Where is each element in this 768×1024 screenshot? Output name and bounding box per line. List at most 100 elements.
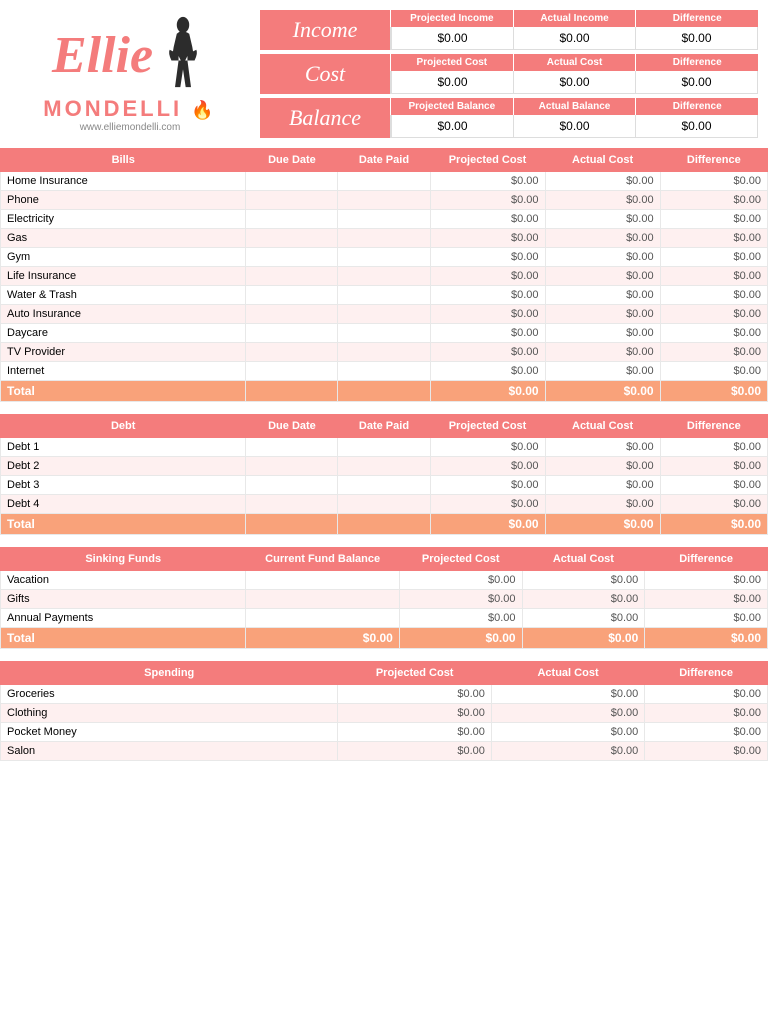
bill-actual[interactable]: $0.00: [545, 305, 660, 324]
bill-proj[interactable]: $0.00: [430, 286, 545, 305]
bill-proj[interactable]: $0.00: [430, 324, 545, 343]
bill-proj[interactable]: $0.00: [430, 229, 545, 248]
bill-name: Auto Insurance: [1, 305, 246, 324]
sinking-actual[interactable]: $0.00: [522, 590, 645, 609]
debt-actual[interactable]: $0.00: [545, 495, 660, 514]
bill-proj[interactable]: $0.00: [430, 343, 545, 362]
bill-due[interactable]: [246, 229, 338, 248]
debt-paid[interactable]: [338, 457, 430, 476]
bill-actual[interactable]: $0.00: [545, 324, 660, 343]
sinking-actual[interactable]: $0.00: [522, 609, 645, 628]
spending-proj[interactable]: $0.00: [338, 723, 491, 742]
bill-proj[interactable]: $0.00: [430, 210, 545, 229]
bill-due[interactable]: [246, 286, 338, 305]
bill-proj[interactable]: $0.00: [430, 191, 545, 210]
bills-col-actual: Actual Cost: [545, 149, 660, 172]
sinking-total-actual: $0.00: [522, 628, 645, 649]
spending-diff: $0.00: [645, 723, 768, 742]
debt-proj[interactable]: $0.00: [430, 438, 545, 457]
bill-paid[interactable]: [338, 191, 430, 210]
bill-actual[interactable]: $0.00: [545, 172, 660, 191]
sinking-table: Sinking Funds Current Fund Balance Proje…: [0, 547, 768, 649]
bill-proj[interactable]: $0.00: [430, 248, 545, 267]
spending-name: Salon: [1, 742, 338, 761]
bill-paid[interactable]: [338, 172, 430, 191]
bill-proj[interactable]: $0.00: [430, 362, 545, 381]
bill-due[interactable]: [246, 343, 338, 362]
balance-value-row: $0.00 $0.00 $0.00: [390, 115, 758, 138]
debt-paid[interactable]: [338, 476, 430, 495]
sinking-proj[interactable]: $0.00: [399, 590, 522, 609]
debt-due[interactable]: [246, 476, 338, 495]
spending-diff: $0.00: [645, 742, 768, 761]
debt-proj[interactable]: $0.00: [430, 476, 545, 495]
bill-due[interactable]: [246, 362, 338, 381]
spending-actual[interactable]: $0.00: [491, 723, 644, 742]
bill-proj[interactable]: $0.00: [430, 305, 545, 324]
bill-name: Water & Trash: [1, 286, 246, 305]
bill-paid[interactable]: [338, 286, 430, 305]
sinking-balance[interactable]: [246, 590, 399, 609]
logo-area: Ellie MONDELLI 🔥 www.elliemondelli.com: [10, 10, 250, 138]
sinking-col-proj: Projected Cost: [399, 548, 522, 571]
debt-actual[interactable]: $0.00: [545, 457, 660, 476]
debt-section: Debt Due Date Date Paid Projected Cost A…: [0, 414, 768, 547]
bill-paid[interactable]: [338, 248, 430, 267]
bill-due[interactable]: [246, 210, 338, 229]
bill-due[interactable]: [246, 267, 338, 286]
sinking-balance[interactable]: [246, 609, 399, 628]
bills-row: Daycare $0.00 $0.00 $0.00: [1, 324, 768, 343]
bill-due[interactable]: [246, 324, 338, 343]
spending-actual[interactable]: $0.00: [491, 685, 644, 704]
debt-paid[interactable]: [338, 438, 430, 457]
bill-actual[interactable]: $0.00: [545, 362, 660, 381]
spending-proj[interactable]: $0.00: [338, 685, 491, 704]
sinking-total-balance: $0.00: [246, 628, 399, 649]
bills-row: Life Insurance $0.00 $0.00 $0.00: [1, 267, 768, 286]
balance-proj-value: $0.00: [391, 115, 513, 137]
bill-due[interactable]: [246, 305, 338, 324]
sinking-proj[interactable]: $0.00: [399, 609, 522, 628]
debt-due[interactable]: [246, 438, 338, 457]
bill-due[interactable]: [246, 248, 338, 267]
spending-col-actual: Actual Cost: [491, 662, 644, 685]
sinking-balance[interactable]: [246, 571, 399, 590]
sinking-proj[interactable]: $0.00: [399, 571, 522, 590]
bill-actual[interactable]: $0.00: [545, 229, 660, 248]
debt-actual[interactable]: $0.00: [545, 476, 660, 495]
bill-paid[interactable]: [338, 267, 430, 286]
bill-paid[interactable]: [338, 343, 430, 362]
bills-col-due: Due Date: [246, 149, 338, 172]
bill-actual[interactable]: $0.00: [545, 267, 660, 286]
bill-paid[interactable]: [338, 210, 430, 229]
spending-actual[interactable]: $0.00: [491, 742, 644, 761]
debt-name: Debt 3: [1, 476, 246, 495]
debt-paid[interactable]: [338, 495, 430, 514]
debt-due[interactable]: [246, 495, 338, 514]
income-header-row: Projected Income Actual Income Differenc…: [390, 10, 758, 27]
debt-row: Debt 3 $0.00 $0.00 $0.00: [1, 476, 768, 495]
bill-actual[interactable]: $0.00: [545, 210, 660, 229]
sinking-name: Gifts: [1, 590, 246, 609]
bill-proj[interactable]: $0.00: [430, 267, 545, 286]
debt-due[interactable]: [246, 457, 338, 476]
debt-actual[interactable]: $0.00: [545, 438, 660, 457]
spending-proj[interactable]: $0.00: [338, 704, 491, 723]
debt-proj[interactable]: $0.00: [430, 495, 545, 514]
bill-due[interactable]: [246, 191, 338, 210]
bill-paid[interactable]: [338, 362, 430, 381]
bill-actual[interactable]: $0.00: [545, 286, 660, 305]
sinking-col-balance: Current Fund Balance: [246, 548, 399, 571]
bill-paid[interactable]: [338, 305, 430, 324]
bill-proj[interactable]: $0.00: [430, 172, 545, 191]
bill-paid[interactable]: [338, 324, 430, 343]
bill-paid[interactable]: [338, 229, 430, 248]
sinking-actual[interactable]: $0.00: [522, 571, 645, 590]
bill-actual[interactable]: $0.00: [545, 191, 660, 210]
bill-actual[interactable]: $0.00: [545, 343, 660, 362]
debt-proj[interactable]: $0.00: [430, 457, 545, 476]
spending-proj[interactable]: $0.00: [338, 742, 491, 761]
bill-actual[interactable]: $0.00: [545, 248, 660, 267]
spending-actual[interactable]: $0.00: [491, 704, 644, 723]
bill-due[interactable]: [246, 172, 338, 191]
